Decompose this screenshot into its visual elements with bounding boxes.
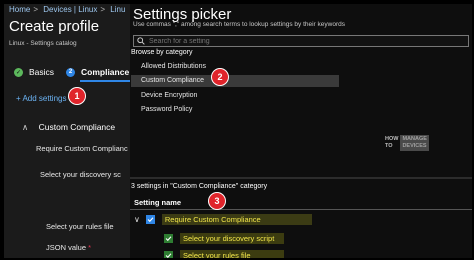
- setting-row-rules-file[interactable]: Select your rules file: [164, 250, 284, 258]
- watermark-right: MANAGE DEVICES: [400, 135, 429, 151]
- breadcrumb-linux[interactable]: Linu: [110, 5, 125, 14]
- watermark-left: HOW TO: [385, 136, 399, 149]
- breadcrumb: Home > Devices | Linux > Linu: [9, 5, 126, 14]
- settings-picker-pane: Settings picker Use commas "," among sea…: [130, 4, 472, 258]
- search-input[interactable]: [149, 37, 449, 45]
- category-custom-compliance[interactable]: Custom Compliance: [141, 77, 204, 84]
- step-compliance-label: Compliance: [81, 67, 130, 77]
- page-title: Create profile: [9, 18, 100, 35]
- step-basics-label: Basics: [29, 67, 55, 77]
- watermark-logo: HOW TO MANAGE DEVICES: [385, 135, 429, 151]
- page-subtitle: Linux - Settings catalog: [9, 40, 77, 47]
- category-allowed-distributions[interactable]: Allowed Distributions: [141, 63, 206, 70]
- section-divider: [130, 177, 472, 179]
- column-header-divider: [130, 209, 472, 210]
- column-header-setting-name[interactable]: Setting name: [134, 198, 181, 207]
- settings-count-label: 3 settings in "Custom Compliance" catego…: [131, 183, 268, 190]
- category-section-header[interactable]: ∧ Custom Compliance: [22, 122, 115, 133]
- step-basics[interactable]: ✓ Basics: [14, 67, 54, 77]
- chevron-down-icon[interactable]: ∨: [134, 215, 140, 224]
- step-badge-1: 1: [69, 88, 85, 104]
- category-device-encryption[interactable]: Device Encryption: [141, 92, 197, 99]
- step-badge-2: 2: [212, 69, 228, 85]
- create-profile-pane: Home > Devices | Linux > Linu Create profi…: [4, 4, 130, 258]
- step-badge-3: 3: [209, 193, 225, 209]
- category-password-policy[interactable]: Password Policy: [141, 106, 192, 113]
- field-require-custom-compliance: Require Custom Complianc: [36, 144, 128, 153]
- setting-label: Select your discovery script: [180, 233, 284, 244]
- step-number-icon: 2: [66, 67, 75, 77]
- field-json-value: JSON value *: [46, 243, 92, 252]
- checkbox-checked-icon[interactable]: [164, 234, 173, 243]
- breadcrumb-home[interactable]: Home: [9, 5, 30, 14]
- search-box[interactable]: [133, 35, 469, 47]
- chevron-up-icon: ∧: [22, 122, 29, 132]
- checkbox-checked-icon[interactable]: [164, 251, 173, 258]
- setting-row-discovery-script[interactable]: Select your discovery script: [164, 233, 284, 244]
- add-settings-label: + Add settings: [16, 94, 67, 103]
- field-json-value-label: JSON value: [46, 243, 87, 252]
- checkmark-icon: ✓: [14, 67, 23, 77]
- setting-row-require-custom-compliance[interactable]: ∨ Require Custom Compliance: [134, 214, 312, 225]
- breadcrumb-devices-linux[interactable]: Devices | Linux: [43, 5, 97, 14]
- picker-hint: Use commas "," among search terms to loo…: [133, 21, 345, 28]
- category-section-label: Custom Compliance: [38, 122, 116, 132]
- field-rules-file: Select your rules file: [46, 222, 114, 231]
- field-discovery-script: Select your discovery sc: [40, 170, 121, 179]
- browse-by-category-label: Browse by category: [131, 49, 193, 56]
- checkbox-checked-icon[interactable]: [145, 215, 155, 224]
- screenshot-frame: Home > Devices | Linux > Linu Create profi…: [0, 0, 474, 260]
- active-step-indicator: [80, 80, 130, 82]
- search-icon: [137, 37, 145, 45]
- step-compliance[interactable]: 2 Compliance: [66, 67, 129, 77]
- setting-label: Select your rules file: [180, 250, 284, 258]
- setting-label: Require Custom Compliance: [161, 214, 312, 225]
